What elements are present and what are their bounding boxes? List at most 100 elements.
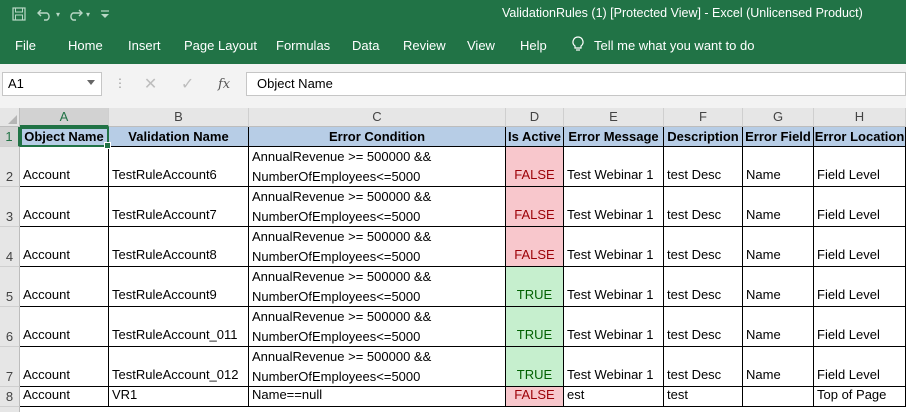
tab-help[interactable]: Help [520,38,547,53]
cell-object[interactable]: Account [20,387,109,407]
cell-validation-name[interactable]: VR1 [109,387,249,407]
cell-error-field[interactable]: Name [743,307,814,347]
cell-description[interactable]: test Desc [664,147,743,187]
cell-description[interactable]: test Desc [664,347,743,387]
cell-validation-name[interactable]: TestRuleAccount8 [109,227,249,267]
enter-icon[interactable]: ✓ [181,74,194,94]
cell-error-condition[interactable]: AnnualRevenue >= 500000 && NumberOfEmplo… [249,147,506,187]
cell-error-message[interactable]: Test Webinar 1 [564,187,664,227]
cell-validation-name[interactable]: TestRuleAccount7 [109,187,249,227]
cell-description[interactable]: test Desc [664,227,743,267]
cell-error-message[interactable]: Test Webinar 1 [564,267,664,307]
row-header-9[interactable] [0,407,20,412]
tab-file[interactable]: File [15,38,36,53]
cell-error-condition[interactable]: AnnualRevenue >= 500000 && NumberOfEmplo… [249,347,506,387]
cell-is-active[interactable]: FALSE [506,187,564,227]
tab-home[interactable]: Home [68,38,103,53]
cell-error-field[interactable]: Name [743,227,814,267]
cell-description[interactable]: test Desc [664,307,743,347]
cell-error-field[interactable]: Name [743,267,814,307]
column-header-h[interactable]: H [814,108,906,127]
row-header-5[interactable]: 5 [0,267,20,307]
cell-description[interactable]: test Desc [664,187,743,227]
row-header-3[interactable]: 3 [0,187,20,227]
column-header-e[interactable]: E [564,108,664,127]
cell-validation-name[interactable]: TestRuleAccount6 [109,147,249,187]
cell-error-message[interactable]: Test Webinar 1 [564,307,664,347]
row-header-8[interactable]: 8 [0,387,20,407]
name-box[interactable]: A1 [2,72,102,96]
cell-error-location[interactable]: Field Level [814,267,906,307]
cell-error-message[interactable]: est [564,387,664,407]
cell-error-location[interactable]: Field Level [814,147,906,187]
column-header-a[interactable]: A [20,108,109,127]
cell-object[interactable]: Account [20,187,109,227]
cell-object[interactable]: Account [20,347,109,387]
header-cell-error-location[interactable]: Error Location [814,127,906,147]
redo-dropdown-icon[interactable]: ▾ [86,10,90,19]
cell-error-condition[interactable]: AnnualRevenue >= 500000 && NumberOfEmplo… [249,187,506,227]
insert-function-icon[interactable]: fx [218,77,230,92]
customize-icon[interactable] [94,4,116,24]
cell-is-active[interactable]: FALSE [506,147,564,187]
tab-formulas[interactable]: Formulas [276,38,330,53]
tab-page-layout[interactable]: Page Layout [184,38,257,53]
cell-error-condition[interactable]: AnnualRevenue >= 500000 && NumberOfEmplo… [249,267,506,307]
cell-error-location[interactable]: Field Level [814,307,906,347]
cell-object[interactable]: Account [20,227,109,267]
name-box-dropdown-icon[interactable] [87,80,95,85]
column-header-b[interactable]: B [109,108,249,127]
cancel-icon[interactable]: ✕ [144,74,157,94]
undo-dropdown-icon[interactable]: ▾ [56,10,60,19]
cell-description[interactable]: test [664,387,743,407]
tab-view[interactable]: View [467,38,495,53]
header-cell-is-active[interactable]: Is Active [506,127,564,147]
tab-review[interactable]: Review [403,38,446,53]
header-cell-description[interactable]: Description [664,127,743,147]
header-cell-object-name[interactable]: Object Name [20,127,109,147]
row-header-1[interactable]: 1 [0,127,20,147]
column-header-f[interactable]: F [664,108,743,127]
redo-icon[interactable] [64,4,86,24]
cell-error-condition[interactable]: AnnualRevenue >= 500000 && NumberOfEmplo… [249,227,506,267]
cell-is-active[interactable]: TRUE [506,267,564,307]
tab-data[interactable]: Data [352,38,379,53]
cell-error-location[interactable]: Field Level [814,227,906,267]
cell-error-field[interactable]: Name [743,187,814,227]
cell-is-active[interactable]: TRUE [506,307,564,347]
cell-object[interactable]: Account [20,267,109,307]
cell-is-active[interactable]: FALSE [506,387,564,407]
column-header-c[interactable]: C [249,108,506,127]
cell-error-condition[interactable]: Name==null [249,387,506,407]
cell-error-location[interactable]: Field Level [814,187,906,227]
cell-validation-name[interactable]: TestRuleAccount_011 [109,307,249,347]
cell-error-field[interactable]: Name [743,147,814,187]
cell-error-message[interactable]: Test Webinar 1 [564,347,664,387]
row-header-2[interactable]: 2 [0,147,20,187]
header-cell-validation-name[interactable]: Validation Name [109,127,249,147]
header-cell-error-condition[interactable]: Error Condition [249,127,506,147]
row-header-6[interactable]: 6 [0,307,20,347]
row-header-4[interactable]: 4 [0,227,20,267]
row-header-7[interactable]: 7 [0,347,20,387]
cell-validation-name[interactable]: TestRuleAccount_012 [109,347,249,387]
formula-bar-grip-icon[interactable]: ⋮ [114,76,126,90]
cell-error-message[interactable]: Test Webinar 1 [564,227,664,267]
column-header-d[interactable]: D [506,108,564,127]
cell-is-active[interactable]: FALSE [506,227,564,267]
select-all-button[interactable] [0,108,20,127]
formula-input[interactable]: Object Name [246,72,906,96]
cell-error-location[interactable]: Top of Page [814,387,906,407]
cell-validation-name[interactable]: TestRuleAccount9 [109,267,249,307]
save-icon[interactable] [8,4,30,24]
cell-object[interactable]: Account [20,147,109,187]
column-header-g[interactable]: G [743,108,814,127]
tab-insert[interactable]: Insert [128,38,161,53]
cell-error-field[interactable] [743,387,814,407]
undo-icon[interactable] [34,4,56,24]
cell-is-active[interactable]: TRUE [506,347,564,387]
cell-description[interactable]: test Desc [664,267,743,307]
cell-error-location[interactable]: Field Level [814,347,906,387]
cell-error-condition[interactable]: AnnualRevenue >= 500000 && NumberOfEmplo… [249,307,506,347]
cell-object[interactable]: Account [20,307,109,347]
